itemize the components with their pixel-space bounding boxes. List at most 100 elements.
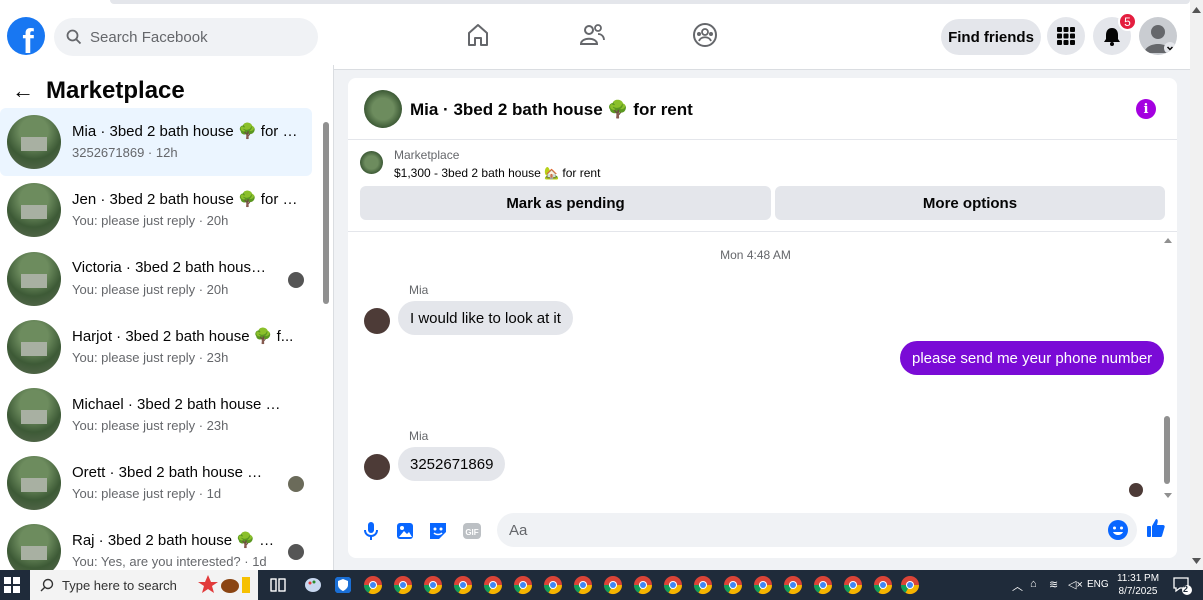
microphone-icon[interactable]	[360, 520, 382, 542]
search-bar[interactable]	[54, 18, 318, 56]
conversation-preview: You: please just reply · 23h	[72, 350, 229, 365]
windows-taskbar: Type here to search ︿ ⌂ ≋ ◁× ENG 11:31 P…	[0, 570, 1203, 600]
scroll-down-icon[interactable]	[1192, 558, 1201, 565]
message-composer: GIF	[348, 508, 1177, 558]
menu-button[interactable]	[1047, 17, 1085, 55]
info-icon[interactable]: i	[1136, 99, 1156, 119]
chrome-icon[interactable]	[543, 575, 563, 595]
message-bubble-incoming[interactable]: 3252671869	[398, 447, 506, 481]
sender-avatar[interactable]	[364, 454, 390, 480]
scroll-up-icon[interactable]	[1163, 236, 1173, 244]
sidebar-title: Marketplace	[46, 77, 185, 104]
conversation-title: Orett · 3bed 2 bath house 🌳 ...	[72, 464, 277, 481]
chrome-icon[interactable]	[633, 575, 653, 595]
conversation-preview: You: please just reply · 1d	[72, 486, 222, 501]
listing-details[interactable]: $1,300 - 3bed 2 bath house 🏡 for rent	[394, 166, 600, 180]
chrome-icon[interactable]	[723, 575, 743, 595]
conversation-item-raj[interactable]: Raj · 3bed 2 bath house 🌳 fo... You: Yes…	[0, 517, 312, 570]
chrome-icon[interactable]	[423, 575, 443, 595]
default-avatar-icon	[1144, 25, 1176, 54]
grid-menu-icon	[1057, 27, 1075, 45]
clock[interactable]: 11:31 PM 8/7/2025	[1112, 572, 1164, 598]
message-input[interactable]	[509, 521, 1089, 539]
conversation-item-mia[interactable]: Mia · 3bed 2 bath house 🌳 for r... 32526…	[0, 108, 312, 176]
listing-thumbnail[interactable]	[360, 151, 383, 174]
seen-avatar	[288, 476, 304, 492]
message-bubble-incoming[interactable]: I would like to look at it	[398, 301, 573, 335]
search-input[interactable]	[90, 28, 290, 46]
home-icon[interactable]	[465, 22, 491, 48]
task-view-icon[interactable]	[268, 575, 288, 595]
chrome-icon[interactable]	[603, 575, 623, 595]
sidebar-scrollbar[interactable]	[322, 110, 330, 570]
scroll-up-icon[interactable]	[1192, 6, 1201, 13]
scroll-down-icon[interactable]	[1163, 492, 1173, 500]
search-icon	[40, 578, 54, 592]
listing-thumbnail	[7, 524, 61, 570]
taskbar-search-placeholder: Type here to search	[62, 577, 177, 593]
sender-avatar[interactable]	[364, 308, 390, 334]
language-indicator[interactable]: ENG	[1087, 579, 1109, 590]
chrome-icon[interactable]	[693, 575, 713, 595]
message-input-field[interactable]	[497, 513, 1137, 547]
chrome-icon[interactable]	[453, 575, 473, 595]
listing-thumbnail	[7, 183, 61, 237]
conversation-item-jen[interactable]: Jen · 3bed 2 bath house 🌳 for r... You: …	[0, 176, 312, 244]
paint-icon[interactable]	[303, 575, 323, 595]
chrome-icon[interactable]	[573, 575, 593, 595]
search-icon	[66, 29, 82, 45]
message-timestamp: Mon 4:48 AM	[720, 248, 791, 262]
conversation-item-victoria[interactable]: Victoria · 3bed 2 bath house ... You: pl…	[0, 245, 312, 313]
gif-icon[interactable]: GIF	[461, 520, 483, 542]
friends-icon[interactable]	[579, 22, 605, 48]
chat-scrollbar[interactable]	[1162, 233, 1174, 503]
wifi-icon[interactable]: ≋	[1049, 578, 1058, 591]
back-arrow-icon[interactable]: ←	[12, 78, 34, 104]
message-sender: Mia	[409, 429, 429, 443]
emoji-icon[interactable]	[1107, 519, 1129, 541]
facebook-logo-letter: f	[22, 23, 34, 55]
chrome-icon[interactable]	[783, 575, 803, 595]
message-sender: Mia	[409, 283, 429, 297]
chrome-icon[interactable]	[843, 575, 863, 595]
chrome-icon[interactable]	[753, 575, 773, 595]
photo-icon[interactable]	[394, 520, 416, 542]
chrome-icon[interactable]	[393, 575, 413, 595]
sticker-icon[interactable]	[427, 520, 449, 542]
notification-center-count: 2	[1183, 584, 1189, 594]
defender-icon[interactable]	[333, 575, 353, 595]
windows-start-icon[interactable]	[4, 577, 20, 593]
chrome-icon[interactable]	[663, 575, 683, 595]
conversation-item-orett[interactable]: Orett · 3bed 2 bath house 🌳 ... You: ple…	[0, 449, 312, 517]
profile-avatar[interactable]	[1139, 17, 1177, 55]
chrome-icon[interactable]	[483, 575, 503, 595]
network-icon[interactable]: ⌂	[1030, 578, 1037, 590]
thumbs-up-icon[interactable]	[1145, 517, 1167, 539]
scrollbar-thumb[interactable]	[323, 122, 329, 304]
seen-avatar	[288, 272, 304, 288]
find-friends-button[interactable]: Find friends	[941, 19, 1041, 55]
volume-muted-icon[interactable]: ◁×	[1068, 578, 1083, 591]
chrome-icon[interactable]	[873, 575, 893, 595]
scrollbar-thumb[interactable]	[1164, 416, 1170, 484]
chat-title[interactable]: Mia · 3bed 2 bath house 🌳 for rent	[410, 100, 693, 120]
listing-source: Marketplace	[394, 148, 460, 162]
chrome-icon[interactable]	[813, 575, 833, 595]
conversation-item-harjot[interactable]: Harjot · 3bed 2 bath house 🌳 f... You: p…	[0, 313, 312, 381]
more-options-button[interactable]: More options	[775, 186, 1165, 220]
conversation-item-michael[interactable]: Michael · 3bed 2 bath house 🌳 ... You: p…	[0, 381, 312, 449]
conversation-list-panel: ← Marketplace Mia · 3bed 2 bath house 🌳 …	[0, 65, 334, 570]
conversation-title: Jen · 3bed 2 bath house 🌳 for r...	[72, 191, 298, 208]
listing-thumbnail	[7, 115, 61, 169]
facebook-logo[interactable]: f	[7, 17, 45, 55]
page-scrollbar[interactable]	[1190, 0, 1203, 570]
mark-as-pending-button[interactable]: Mark as pending	[360, 186, 771, 220]
notification-center-icon[interactable]	[1172, 576, 1192, 595]
chrome-icon[interactable]	[900, 575, 920, 595]
message-bubble-outgoing[interactable]: please send me yeur phone number	[900, 341, 1165, 375]
chrome-icon[interactable]	[363, 575, 383, 595]
chrome-icon[interactable]	[513, 575, 533, 595]
groups-icon[interactable]	[692, 22, 718, 48]
tray-expand-icon[interactable]: ︿	[1012, 578, 1023, 594]
chat-avatar[interactable]	[364, 90, 402, 128]
